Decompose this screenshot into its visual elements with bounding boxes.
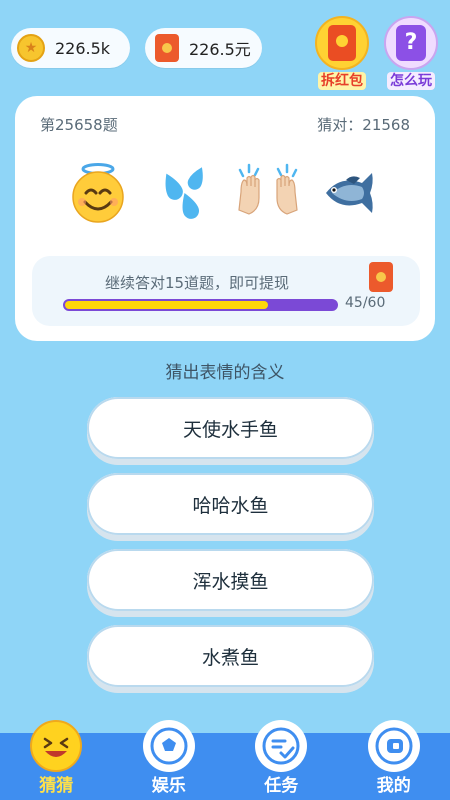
open-redpack-button[interactable]: 拆红包 — [313, 16, 371, 90]
coin-icon: ★ — [17, 34, 45, 62]
progress-hint: 继续答对15道题，即可提现 — [104, 274, 290, 292]
emoji-clue-row — [15, 162, 435, 224]
question-card: 第25658题 猜对：21568 继续答对15道题，即可提现 45/60 — [15, 96, 435, 341]
progress-bar-fill — [65, 301, 269, 309]
open-redpack-label: 拆红包 — [318, 72, 366, 90]
laughing-face-icon — [30, 720, 83, 772]
nav-label-guess: 猜猜 — [39, 776, 74, 796]
nav-tab-entertainment[interactable]: 娱乐 — [113, 720, 226, 800]
cash-balance[interactable]: 226.5元 — [145, 28, 262, 68]
nav-label-entertainment: 娱乐 — [151, 776, 186, 796]
task-check-icon — [255, 720, 308, 772]
answer-option-3[interactable]: 浑水摸鱼 — [87, 549, 374, 611]
progress-bar — [63, 299, 338, 311]
profile-icon — [367, 720, 420, 772]
coin-amount: 226.5k — [55, 38, 111, 58]
nav-tab-guess[interactable]: 猜猜 — [0, 720, 113, 800]
coin-balance[interactable]: ★ 226.5k — [11, 28, 130, 68]
correct-count: 猜对：21568 — [317, 116, 410, 134]
nav-label-tasks: 任务 — [264, 776, 299, 796]
cash-amount: 226.5元 — [189, 40, 251, 59]
sweat-droplets-icon — [152, 162, 214, 224]
progress-count: 45/60 — [345, 295, 386, 311]
question-prompt: 猜出表情的含义 — [165, 363, 285, 383]
nav-tab-tasks[interactable]: 任务 — [225, 720, 338, 800]
answer-option-1[interactable]: 天使水手鱼 — [87, 397, 374, 459]
nav-tab-profile[interactable]: 我的 — [338, 720, 450, 800]
raising-hands-icon — [237, 162, 299, 224]
fish-icon — [322, 162, 384, 224]
answer-option-2[interactable]: 哈哈水鱼 — [87, 473, 374, 535]
red-envelope-icon — [155, 34, 179, 62]
how-to-play-label: 怎么玩 — [387, 72, 435, 90]
soccer-ball-icon — [142, 720, 195, 772]
answer-option-4[interactable]: 水煮鱼 — [87, 625, 374, 687]
smiling-face-with-halo-icon — [67, 162, 129, 224]
reward-envelope-icon[interactable] — [369, 262, 393, 292]
withdraw-progress-panel: 继续答对15道题，即可提现 45/60 — [32, 256, 420, 326]
nav-label-profile: 我的 — [376, 776, 411, 796]
question-mark-icon: ? — [384, 16, 438, 70]
how-to-play-button[interactable]: ? 怎么玩 — [382, 16, 440, 90]
bottom-nav: 猜猜 娱乐 任务 我的 — [0, 720, 450, 800]
red-packet-icon — [315, 16, 369, 70]
question-number: 第25658题 — [40, 116, 118, 134]
